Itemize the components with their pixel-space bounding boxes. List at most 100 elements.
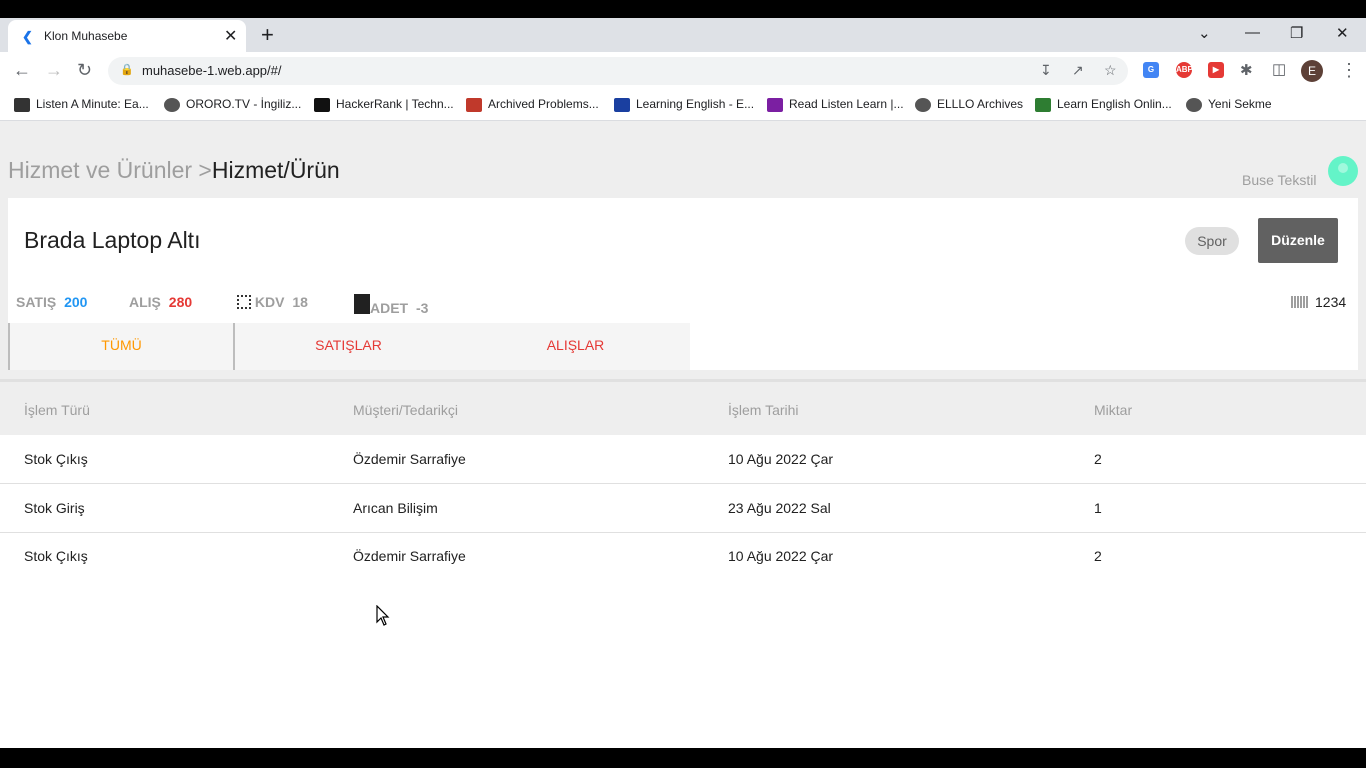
- bookmark-item[interactable]: HackerRank | Techn...: [314, 97, 454, 112]
- buy-label: ALIŞ: [129, 294, 161, 310]
- translate-extension-icon[interactable]: G: [1143, 62, 1159, 78]
- table-row[interactable]: Stok Çıkış Özdemir Sarrafiye 10 Ağu 2022…: [0, 435, 1366, 484]
- sale-price-stat: SATIŞ 200: [16, 294, 87, 310]
- close-tab-icon[interactable]: ✕: [224, 26, 237, 46]
- cell-quantity: 1: [1094, 500, 1102, 516]
- address-bar[interactable]: 🔒 muhasebe-1.web.app/#/ ↧ ↗ ☆: [108, 57, 1128, 85]
- share-icon[interactable]: ↗: [1072, 62, 1084, 79]
- restore-icon[interactable]: ❐: [1290, 24, 1303, 42]
- cell-date: 10 Ağu 2022 Çar: [728, 451, 834, 467]
- minimize-icon[interactable]: —: [1245, 24, 1260, 41]
- bookmark-item[interactable]: ELLLO Archives: [915, 97, 1023, 112]
- barcode-value: 1234: [1315, 294, 1347, 310]
- side-panel-icon[interactable]: ◫: [1272, 60, 1286, 78]
- bookmark-favicon-icon: [614, 97, 630, 112]
- bookmark-favicon-icon: [1035, 97, 1051, 112]
- tab-title: Klon Muhasebe: [44, 29, 128, 43]
- breadcrumb-current: Hizmet/Ürün: [211, 157, 340, 183]
- bookmark-item[interactable]: ORORO.TV - İngiliz...: [164, 97, 301, 112]
- bookmark-item[interactable]: Archived Problems...: [466, 97, 599, 112]
- cell-date: 10 Ağu 2022 Çar: [728, 548, 834, 564]
- browser-tabstrip: ❮ Klon Muhasebe ✕ + ⌄ — ❐ ✕: [0, 18, 1366, 52]
- quantity-value: -3: [416, 300, 429, 316]
- barcode-icon: [1291, 296, 1309, 308]
- bookmark-favicon-icon: [1186, 97, 1202, 112]
- buy-price-stat: ALIŞ 280: [129, 294, 192, 310]
- cell-party: Özdemir Sarrafiye: [353, 548, 466, 564]
- lock-icon[interactable]: 🔒: [120, 63, 134, 76]
- tab-purchases[interactable]: ALIŞLAR: [462, 323, 689, 370]
- table-row[interactable]: Stok Giriş Arıcan Bilişim 23 Ağu 2022 Sa…: [0, 484, 1366, 533]
- app-favicon-icon: ❮: [22, 29, 33, 44]
- transaction-tabs: TÜMÜ SATIŞLAR ALIŞLAR: [8, 323, 690, 370]
- browser-tab[interactable]: ❮ Klon Muhasebe ✕: [8, 20, 246, 52]
- profile-avatar[interactable]: E: [1301, 60, 1323, 82]
- column-header-date[interactable]: İşlem Tarihi: [728, 402, 799, 418]
- cell-party: Özdemir Sarrafiye: [353, 451, 466, 467]
- back-icon[interactable]: ←: [13, 60, 31, 81]
- list-icon: [354, 294, 370, 314]
- adblock-extension-icon[interactable]: ABP: [1176, 62, 1193, 78]
- screen-bottom-bar: [0, 748, 1366, 768]
- bookmark-item[interactable]: Yeni Sekme: [1186, 97, 1272, 112]
- tab-all[interactable]: TÜMÜ: [8, 323, 235, 370]
- vat-icon: [237, 295, 251, 309]
- bookmark-item[interactable]: Read Listen Learn |...: [767, 97, 904, 112]
- quantity-stat: ADET -3: [354, 294, 428, 316]
- breadcrumb: Hizmet ve Ürünler >Hizmet/Ürün: [8, 157, 340, 184]
- tab-sales[interactable]: SATIŞLAR: [235, 323, 462, 370]
- bookmark-star-icon[interactable]: ☆: [1104, 62, 1117, 79]
- bookmarks-bar: Listen A Minute: Ea... ORORO.TV - İngili…: [0, 90, 1366, 121]
- user-avatar[interactable]: [1328, 156, 1358, 186]
- page-header: Hizmet ve Ürünler >Hizmet/Ürün Buse Teks…: [0, 121, 1366, 379]
- new-tab-icon[interactable]: +: [261, 22, 274, 48]
- bookmark-favicon-icon: [767, 97, 783, 112]
- bookmark-favicon-icon: [915, 97, 931, 112]
- quantity-label: ADET: [370, 300, 409, 316]
- breadcrumb-parent[interactable]: Hizmet ve Ürünler >: [8, 157, 212, 183]
- sale-label: SATIŞ: [16, 294, 57, 310]
- reload-icon[interactable]: ↻: [77, 60, 92, 81]
- kdv-value: 18: [292, 294, 308, 310]
- bookmark-item[interactable]: Learn English Onlin...: [1035, 97, 1172, 112]
- cell-type: Stok Çıkış: [24, 451, 88, 467]
- product-card: Brada Laptop Altı Spor Düzenle SATIŞ 200…: [8, 198, 1358, 370]
- column-header-quantity[interactable]: Miktar: [1094, 402, 1132, 418]
- column-header-party[interactable]: Müşteri/Tedarikçi: [353, 402, 458, 418]
- company-name[interactable]: Buse Tekstil: [1242, 172, 1316, 188]
- category-chip[interactable]: Spor: [1185, 227, 1239, 255]
- table-header: İşlem Türü Müşteri/Tedarikçi İşlem Tarih…: [0, 379, 1366, 435]
- window-close-icon[interactable]: ✕: [1336, 24, 1349, 42]
- column-header-type[interactable]: İşlem Türü: [24, 402, 90, 418]
- bookmark-favicon-icon: [14, 97, 30, 112]
- app-page: Hizmet ve Ürünler >Hizmet/Ürün Buse Teks…: [0, 121, 1366, 748]
- bookmark-item[interactable]: Listen A Minute: Ea...: [14, 97, 149, 112]
- kdv-label: KDV: [254, 294, 285, 310]
- kdv-stat: KDV 18: [237, 294, 308, 310]
- bookmark-favicon-icon: [314, 97, 330, 112]
- bookmark-item[interactable]: Learning English - E...: [614, 97, 754, 112]
- tab-search-icon[interactable]: ⌄: [1198, 24, 1211, 42]
- cell-type: Stok Çıkış: [24, 548, 88, 564]
- bookmark-favicon-icon: [164, 97, 180, 112]
- table-row[interactable]: Stok Çıkış Özdemir Sarrafiye 10 Ağu 2022…: [0, 532, 1366, 580]
- extensions-puzzle-icon[interactable]: ✱: [1240, 61, 1253, 79]
- url-text[interactable]: muhasebe-1.web.app/#/: [142, 63, 281, 78]
- mouse-cursor-icon: [376, 605, 390, 626]
- browser-menu-icon[interactable]: ⋮: [1340, 60, 1358, 81]
- edit-button[interactable]: Düzenle: [1258, 218, 1338, 263]
- bookmark-favicon-icon: [466, 97, 482, 112]
- barcode-stat: 1234: [1291, 294, 1346, 310]
- cell-type: Stok Giriş: [24, 500, 85, 516]
- cell-quantity: 2: [1094, 548, 1102, 564]
- video-extension-icon[interactable]: ▶: [1208, 62, 1224, 78]
- cell-quantity: 2: [1094, 451, 1102, 467]
- forward-icon[interactable]: →: [45, 60, 63, 81]
- browser-toolbar: ← → ↻ 🔒 muhasebe-1.web.app/#/ ↧ ↗ ☆ G AB…: [0, 52, 1366, 90]
- buy-value: 280: [168, 294, 193, 310]
- cell-date: 23 Ağu 2022 Sal: [728, 500, 831, 516]
- cell-party: Arıcan Bilişim: [353, 500, 438, 516]
- install-icon[interactable]: ↧: [1040, 62, 1052, 79]
- sale-value: 200: [64, 294, 88, 310]
- product-name: Brada Laptop Altı: [24, 227, 201, 253]
